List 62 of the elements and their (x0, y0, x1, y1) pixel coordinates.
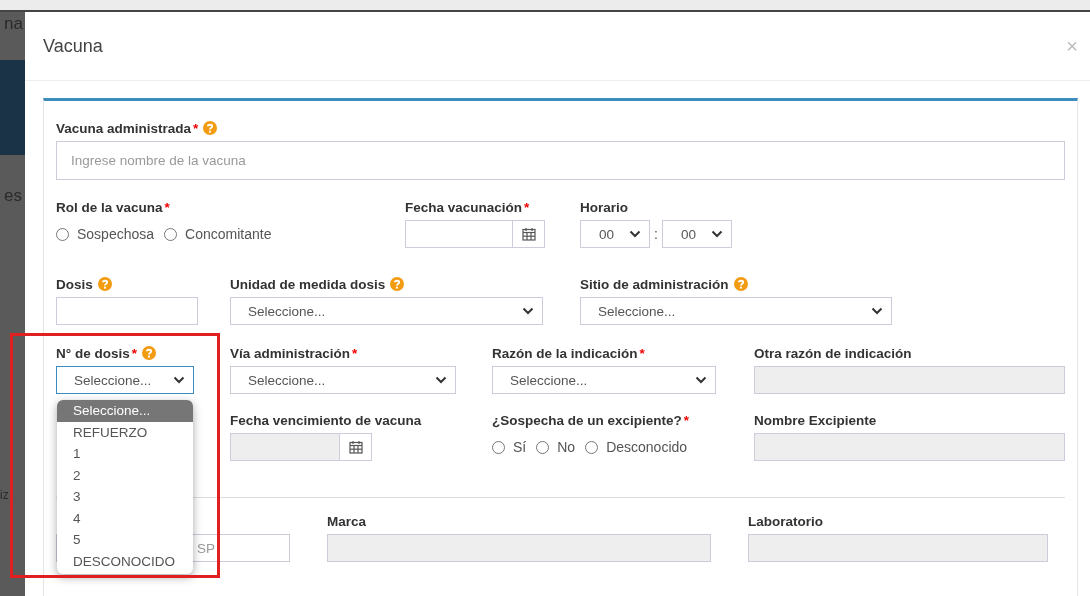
help-icon[interactable] (97, 277, 112, 291)
required-mark: * (131, 345, 137, 361)
required-mark: * (164, 199, 170, 215)
radio-option[interactable]: Sí (492, 439, 527, 455)
select-field[interactable]: Seleccione... (492, 366, 716, 394)
required-mark: * (639, 345, 645, 361)
chevron-icon (710, 230, 723, 238)
date-field[interactable] (405, 220, 545, 248)
help-icon[interactable] (141, 346, 156, 360)
help-icon[interactable] (733, 277, 748, 291)
select-field[interactable]: Seleccione... (580, 297, 892, 325)
radio-option[interactable]: Desconocido (585, 439, 688, 455)
field-label: Laboratorio (748, 513, 823, 529)
dropdown-option[interactable]: DESCONOCIDO (57, 550, 193, 572)
chevron-icon (522, 307, 534, 315)
chevron-icon (629, 230, 641, 238)
field-label: Unidad de medida dosis (230, 276, 386, 292)
field-label: ¿Sospecha de un excipiente? (492, 412, 682, 428)
field-label: Nombre Excipiente (754, 412, 877, 428)
calendar-icon (348, 440, 363, 454)
modal-title: Vacuna (43, 35, 103, 57)
dropdown-option[interactable]: 4 (57, 507, 193, 529)
chevron-icon (435, 376, 447, 384)
radio-option[interactable]: No (536, 439, 576, 455)
field-label: Rol de la vacuna (56, 199, 163, 215)
dropdown-option[interactable]: 3 (57, 486, 193, 508)
select-field[interactable]: Seleccione... (230, 366, 456, 394)
radio-option[interactable]: Sospechosa (56, 226, 155, 242)
time-separator: : (654, 226, 658, 242)
select-field[interactable]: Seleccione... (56, 366, 194, 394)
field-label: Razón de la indicación (492, 345, 638, 361)
field-label: Otra razón de indicación (754, 345, 912, 361)
required-mark: * (524, 199, 530, 215)
field-label: Fecha vacunación (405, 199, 523, 215)
chevron-icon (871, 307, 883, 315)
chevron-icon (695, 376, 707, 384)
minute-select[interactable]: 00 (661, 220, 732, 248)
select-field[interactable]: Seleccione... (230, 297, 543, 325)
field-label: Fecha vencimiento de vacuna (230, 412, 422, 428)
field-label: N° de dosis (56, 345, 130, 361)
field-label: Horario (580, 199, 628, 215)
dropdown-option[interactable]: 2 (57, 464, 193, 486)
field-label: Vacuna administrada (56, 120, 192, 136)
dropdown-option[interactable]: REFUERZO (57, 421, 193, 443)
field-label: Dosis (56, 276, 93, 292)
calendar-icon (521, 227, 536, 241)
chevron-icon (173, 376, 185, 384)
field-label: Vía administración (230, 345, 351, 361)
radio-option[interactable]: Concomitante (164, 226, 272, 242)
help-icon[interactable] (390, 277, 405, 291)
hour-select[interactable]: 00 (580, 220, 650, 248)
dropdown-option[interactable]: 5 (57, 529, 193, 551)
dropdown-option[interactable]: Seleccione... (57, 400, 193, 422)
text-field[interactable]: Ingrese nombre de la vacuna (56, 141, 1065, 180)
help-icon[interactable] (203, 121, 218, 135)
text-field[interactable] (56, 297, 198, 325)
required-mark: * (352, 345, 358, 361)
required-mark: * (193, 120, 199, 136)
required-mark: * (683, 412, 690, 428)
dropdown-option[interactable]: 1 (57, 443, 193, 465)
field-label: Marca (327, 513, 367, 529)
field-label: Sitio de administración (580, 276, 729, 292)
